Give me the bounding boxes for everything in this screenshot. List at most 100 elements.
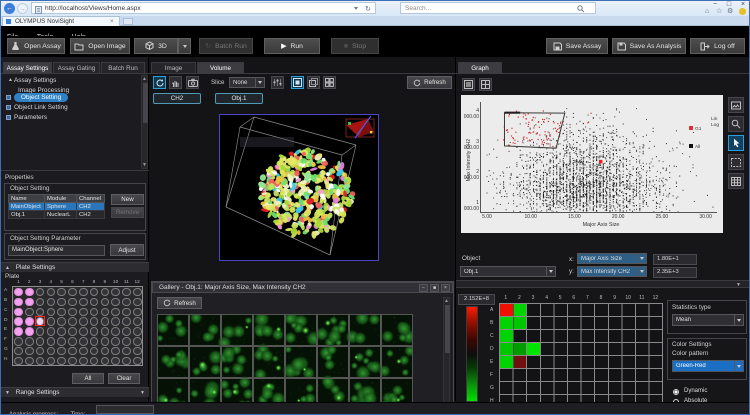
heatmap-cell-E1[interactable]	[500, 356, 513, 368]
plate-well-A8[interactable]	[90, 288, 99, 297]
volume-render-canvas[interactable]	[220, 115, 378, 260]
plate-clear-button[interactable]: Clear	[108, 373, 140, 384]
adjust-button[interactable]: Adjust	[110, 244, 144, 256]
object-dropdown[interactable]: Obj.1	[460, 266, 556, 277]
tree-item-object-link-setting[interactable]: Object Link Setting	[14, 103, 68, 112]
scale-log-label[interactable]: Log	[711, 123, 719, 129]
plate-well-G11[interactable]	[122, 347, 131, 356]
plate-well-G10[interactable]	[111, 347, 120, 356]
plate-well-H4[interactable]	[47, 357, 56, 366]
gallery-minimize-icon[interactable]: −	[419, 284, 428, 292]
view-mode-section-button[interactable]	[323, 76, 336, 89]
plate-well-H3[interactable]	[36, 357, 45, 366]
plate-well-E5[interactable]	[57, 327, 66, 336]
collapse-triangle-icon[interactable]: ▲	[8, 77, 13, 83]
tab-close-icon[interactable]: ×	[110, 17, 114, 26]
heatmap-cell-B2[interactable]	[514, 317, 527, 329]
plate-well-F3[interactable]	[36, 337, 45, 346]
plate-well-D6[interactable]	[68, 317, 77, 326]
view-mode-dropdown-button[interactable]	[178, 38, 191, 54]
plate-well-E6[interactable]	[68, 327, 77, 336]
new-tab-button[interactable]	[123, 18, 133, 25]
heatmap-cell-B1[interactable]	[500, 317, 513, 329]
plate-well-A7[interactable]	[79, 288, 88, 297]
plate-well-F2[interactable]	[25, 337, 34, 346]
open-image-button[interactable]: Open Image	[70, 38, 130, 54]
tree-item-parameters[interactable]: Parameters	[14, 113, 47, 122]
collapse-chevron-icon[interactable]: ▼	[736, 282, 741, 288]
plate-well-B3[interactable]	[36, 298, 45, 307]
plate-well-C12[interactable]	[133, 308, 142, 317]
heatmap-cell-D2[interactable]	[514, 343, 527, 355]
plate-well-B4[interactable]	[47, 298, 56, 307]
plate-well-B12[interactable]	[133, 298, 142, 307]
plate-well-D11[interactable]	[122, 317, 131, 326]
plate-well-H2[interactable]	[25, 357, 34, 366]
gallery-maximize-icon[interactable]: ■	[430, 284, 439, 292]
plate-well-G4[interactable]	[47, 347, 56, 356]
tab-assay-settings[interactable]: Assay Settings	[3, 62, 52, 73]
color-pattern-dropdown[interactable]: Green-Red	[672, 360, 744, 372]
save-as-analysis-button[interactable]: Save As Analysis	[612, 38, 686, 54]
panel-scroll-down-icon[interactable]: ▼	[140, 390, 145, 396]
plate-well-F5[interactable]	[57, 337, 66, 346]
tab-volume[interactable]: Volume	[197, 62, 244, 73]
plate-well-B11[interactable]	[122, 298, 131, 307]
heatmap-grid[interactable]	[499, 303, 663, 408]
scroll-down-icon[interactable]: ▼	[142, 162, 147, 168]
plate-well-A6[interactable]	[68, 288, 77, 297]
plate-well-B10[interactable]	[111, 298, 120, 307]
plate-well-E7[interactable]	[79, 327, 88, 336]
plate-well-F8[interactable]	[90, 337, 99, 346]
plate-well-E2[interactable]	[25, 327, 34, 336]
plate-well-F4[interactable]	[47, 337, 56, 346]
plate-well-A11[interactable]	[122, 288, 131, 297]
pointer-tool-button[interactable]	[728, 135, 744, 151]
gallery-vscroll-thumb[interactable]	[445, 305, 450, 353]
plate-well-H7[interactable]	[79, 357, 88, 366]
tree-scrollbar-thumb[interactable]	[143, 83, 148, 123]
parameter-value-field[interactable]: MainObject:Sphere	[8, 245, 105, 256]
plate-well-A4[interactable]	[47, 288, 56, 297]
plate-well-G8[interactable]	[90, 347, 99, 356]
slice-settings-button[interactable]	[271, 76, 284, 89]
splitter-bar[interactable]: ▼	[456, 280, 750, 288]
plate-well-E10[interactable]	[111, 327, 120, 336]
plate-well-A3[interactable]	[36, 288, 45, 297]
table-row[interactable]: Obj.1 NuclearL CH2	[9, 211, 105, 219]
plate-well-A10[interactable]	[111, 288, 120, 297]
plate-well-H10[interactable]	[111, 357, 120, 366]
gallery-close-icon[interactable]: ×	[441, 284, 450, 292]
view-mode-mip-button[interactable]	[307, 76, 320, 89]
heatmap-cell-E2[interactable]	[514, 356, 527, 368]
heatmap-cell-D1[interactable]	[500, 343, 513, 355]
gallery-title-bar[interactable]: Gallery - Obj.1: Major Axis Size, Max In…	[152, 282, 453, 293]
plate-well-E8[interactable]	[90, 327, 99, 336]
plate-well-G5[interactable]	[57, 347, 66, 356]
plate-well-C6[interactable]	[68, 308, 77, 317]
dynamic-radio[interactable]	[673, 389, 679, 395]
snapshot-camera-button[interactable]	[186, 76, 199, 89]
view-mode-3d-button[interactable]: 3D	[134, 38, 178, 54]
plate-well-E11[interactable]	[122, 327, 131, 336]
plate-well-C3[interactable]	[36, 308, 45, 317]
search-icon[interactable]	[577, 5, 585, 13]
plate-well-A2[interactable]	[25, 288, 34, 297]
slice-dropdown[interactable]: None	[229, 77, 265, 88]
tab-batch-run[interactable]: Batch Run	[101, 62, 145, 73]
plate-well-E9[interactable]	[101, 327, 110, 336]
plate-well-E12[interactable]	[133, 327, 142, 336]
favorites-star-icon[interactable]: ☆	[716, 7, 722, 16]
plate-well-E3[interactable]	[36, 327, 45, 336]
plate-well-D2[interactable]	[25, 317, 34, 326]
zoom-tool-button[interactable]	[728, 116, 744, 132]
rectangle-gate-button[interactable]	[728, 154, 744, 170]
plate-well-C1[interactable]	[14, 308, 23, 317]
plate-settings-header[interactable]: ▲ Plate Settings	[1, 262, 149, 272]
plate-well-G2[interactable]	[25, 347, 34, 356]
plate-well-G6[interactable]	[68, 347, 77, 356]
statistics-type-dropdown[interactable]: Mean	[672, 314, 744, 326]
plate-well-D1[interactable]	[14, 317, 23, 326]
plate-well-D10[interactable]	[111, 317, 120, 326]
plate-well-B9[interactable]	[101, 298, 110, 307]
